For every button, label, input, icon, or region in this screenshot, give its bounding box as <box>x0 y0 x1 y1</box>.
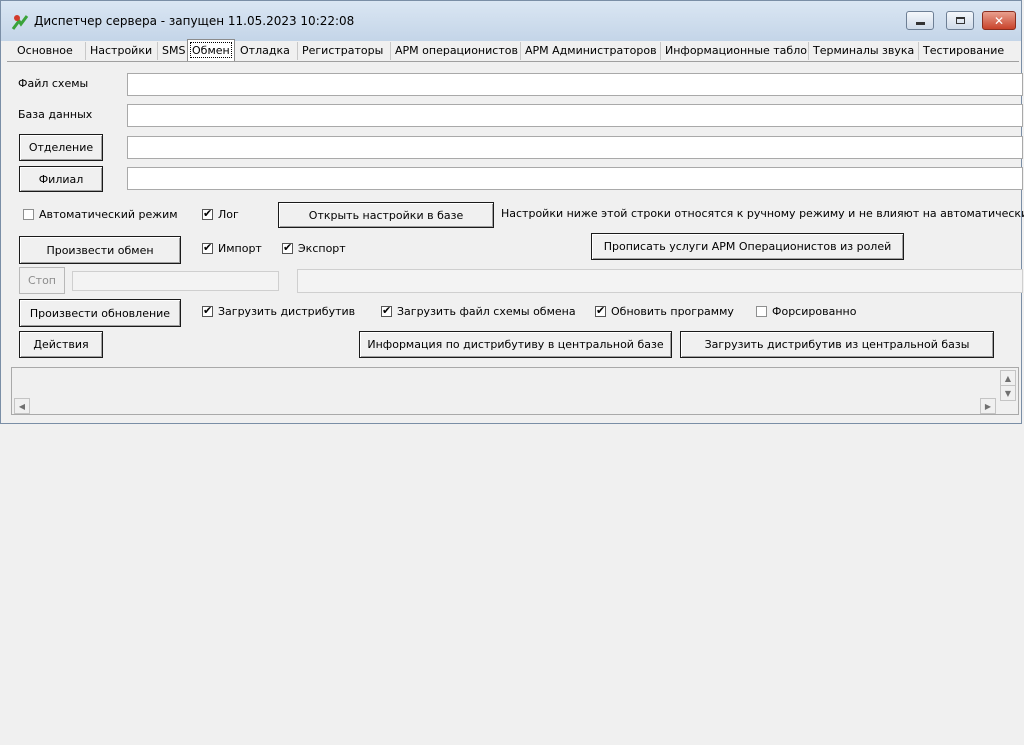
forced-box[interactable] <box>756 306 767 317</box>
manual-mode-note: Настройки ниже этой строки относятся к р… <box>501 207 1024 220</box>
tab-debug[interactable]: Отладка <box>236 42 298 60</box>
update-program-box[interactable]: ✔ <box>595 304 606 317</box>
write-services-button[interactable]: Прописать услуги АРМ Операционистов из р… <box>591 233 904 260</box>
actions-button[interactable]: Действия <box>19 331 103 358</box>
scroll-down-button[interactable]: ▼ <box>1000 385 1016 401</box>
update-program-checkbox[interactable]: ✔ Обновить программу <box>595 304 734 318</box>
scroll-up-button[interactable]: ▲ <box>1000 370 1016 386</box>
auto-mode-label: Автоматический режим <box>39 208 178 221</box>
minimize-icon <box>915 22 925 25</box>
progress-bar <box>72 271 279 291</box>
app-icon <box>11 15 29 30</box>
auto-mode-box[interactable] <box>23 209 34 220</box>
import-checkbox[interactable]: ✔ Импорт <box>202 241 262 255</box>
forced-label: Форсированно <box>772 305 857 318</box>
title-bar[interactable]: Диспетчер сервера - запущен 11.05.2023 1… <box>1 1 1021 41</box>
forced-checkbox[interactable]: Форсированно <box>756 305 856 318</box>
load-from-central-button[interactable]: Загрузить дистрибутив из центральной баз… <box>680 331 994 358</box>
check-icon: ✔ <box>203 304 213 317</box>
log-label: Лог <box>218 208 239 221</box>
distrib-info-button[interactable]: Информация по дистрибутиву в центральной… <box>359 331 672 358</box>
log-checkbox[interactable]: ✔ Лог <box>202 207 239 221</box>
tab-settings[interactable]: Настройки <box>86 42 158 60</box>
maximize-button[interactable] <box>946 11 974 30</box>
window-title: Диспетчер сервера - запущен 11.05.2023 1… <box>34 14 355 28</box>
tab-info-boards[interactable]: Информационные табло <box>661 42 809 60</box>
check-icon: ✔ <box>382 304 392 317</box>
maximize-icon <box>955 17 965 24</box>
tab-testing[interactable]: Тестирование <box>919 42 1011 60</box>
close-button[interactable]: ✕ <box>982 11 1016 30</box>
status-input[interactable] <box>297 269 1023 293</box>
close-icon: ✕ <box>993 13 1005 28</box>
department-button[interactable]: Отделение <box>19 134 103 161</box>
tab-registrators[interactable]: Регистраторы <box>298 42 391 60</box>
update-program-label: Обновить программу <box>611 305 734 318</box>
do-exchange-button[interactable]: Произвести обмен <box>19 236 181 264</box>
tab-strip: Основное Настройки SMS Обмен Отладка Рег… <box>7 39 1019 62</box>
scroll-left-button[interactable]: ◀ <box>14 398 30 414</box>
load-distrib-label: Загрузить дистрибутив <box>218 305 356 318</box>
check-icon: ✔ <box>283 241 293 254</box>
open-settings-button[interactable]: Открыть настройки в базе <box>278 202 494 228</box>
arrow-right-icon: ▶ <box>984 401 992 411</box>
export-checkbox[interactable]: ✔ Экспорт <box>282 241 346 255</box>
main-window: Диспетчер сервера - запущен 11.05.2023 1… <box>0 0 1024 424</box>
tab-operators[interactable]: АРМ операционистов <box>391 42 521 60</box>
tab-sound-terminals[interactable]: Терминалы звука <box>809 42 919 60</box>
database-label: База данных <box>18 108 93 121</box>
load-scheme-checkbox[interactable]: ✔ Загрузить файл схемы обмена <box>381 304 576 318</box>
do-update-button[interactable]: Произвести обновление <box>19 299 181 327</box>
check-icon: ✔ <box>203 207 213 220</box>
import-label: Импорт <box>218 242 262 255</box>
check-icon: ✔ <box>596 304 606 317</box>
scheme-file-input[interactable] <box>127 73 1023 96</box>
branch-input[interactable] <box>127 167 1023 190</box>
import-box[interactable]: ✔ <box>202 241 213 254</box>
scheme-file-label: Файл схемы <box>18 77 89 90</box>
auto-mode-checkbox[interactable]: Автоматический режим <box>23 208 178 221</box>
tab-administrators[interactable]: АРМ Администраторов <box>521 42 661 60</box>
log-textarea[interactable]: ▲ ▼ ◀ ▶ <box>11 367 1019 415</box>
load-distrib-box[interactable]: ✔ <box>202 304 213 317</box>
arrow-down-icon: ▼ <box>1004 388 1012 398</box>
database-input[interactable] <box>127 104 1023 127</box>
department-input[interactable] <box>127 136 1023 159</box>
load-scheme-label: Загрузить файл схемы обмена <box>397 305 576 318</box>
arrow-left-icon: ◀ <box>18 401 26 411</box>
scroll-right-button[interactable]: ▶ <box>980 398 996 414</box>
minimize-button[interactable] <box>906 11 934 30</box>
load-scheme-box[interactable]: ✔ <box>381 304 392 317</box>
log-box[interactable]: ✔ <box>202 207 213 220</box>
stop-button[interactable]: Стоп <box>19 267 65 294</box>
tab-main[interactable]: Основное <box>13 42 86 60</box>
check-icon: ✔ <box>203 241 213 254</box>
branch-button[interactable]: Филиал <box>19 166 103 192</box>
export-box[interactable]: ✔ <box>282 241 293 254</box>
export-label: Экспорт <box>298 242 346 255</box>
arrow-up-icon: ▲ <box>1004 373 1012 383</box>
tab-exchange[interactable]: Обмен <box>187 39 235 61</box>
load-distrib-checkbox[interactable]: ✔ Загрузить дистрибутив <box>202 304 356 318</box>
